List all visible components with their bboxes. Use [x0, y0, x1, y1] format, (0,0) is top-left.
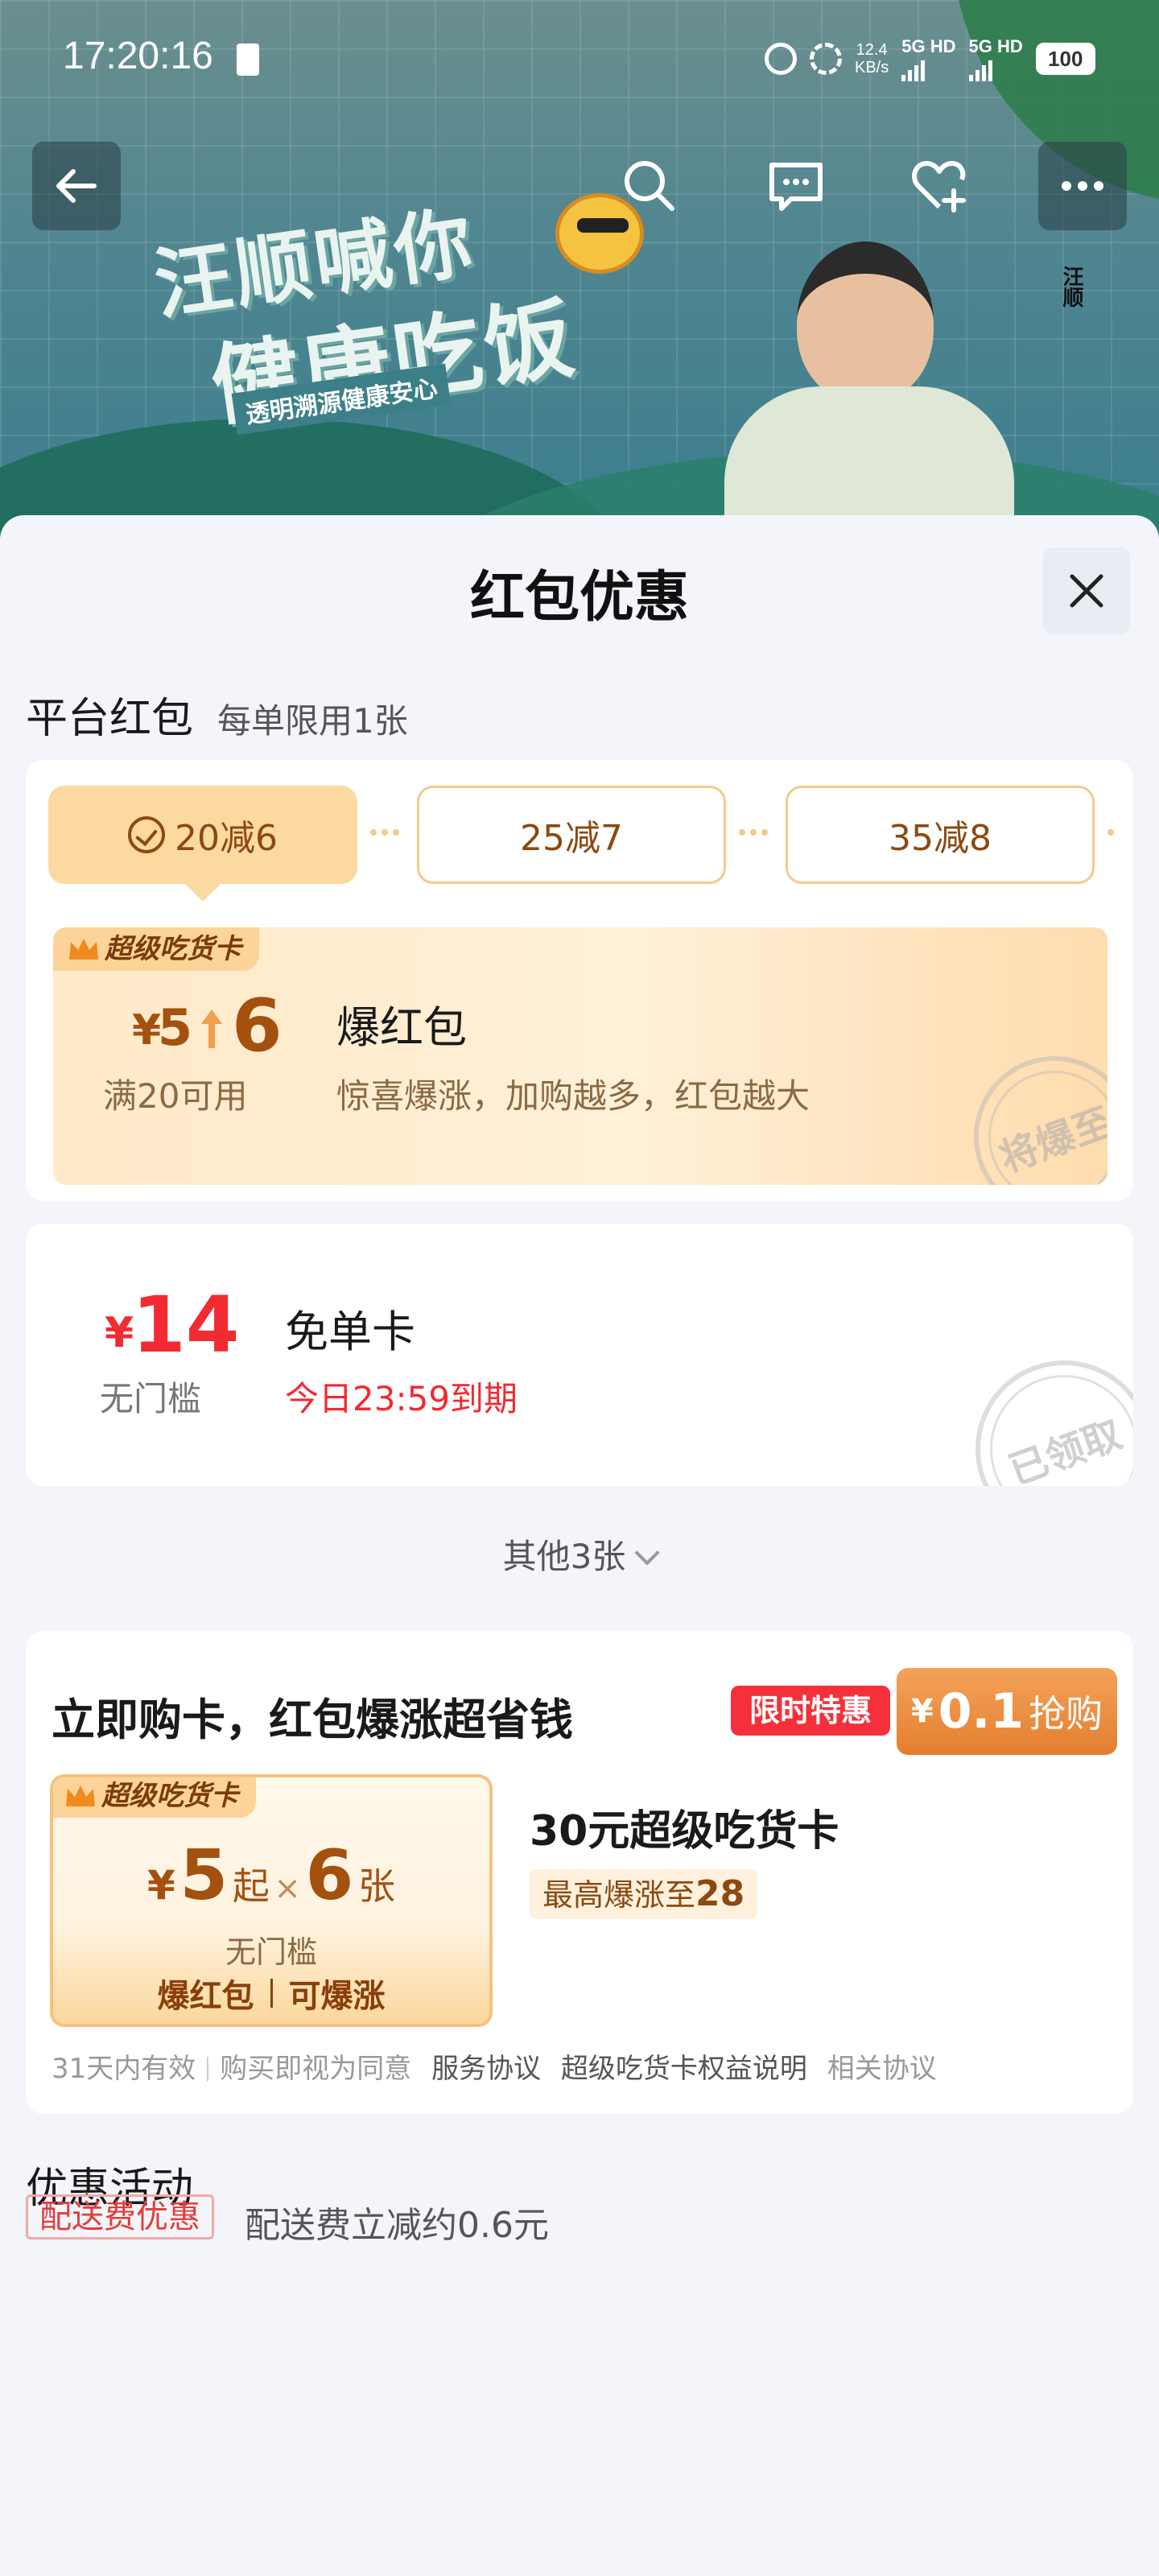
buy-now-button[interactable]: ¥ 0.1 抢购: [897, 1668, 1117, 1755]
more-dots-icon: [1062, 181, 1103, 191]
free-card-expiry: 今日23:59到期: [285, 1379, 518, 1418]
heart-plus-icon: [912, 161, 966, 213]
status-time: 17:20:16: [63, 35, 213, 77]
others-toggle[interactable]: 其他3张: [0, 1530, 1159, 1579]
related-agreement-link[interactable]: 相关协议: [827, 2053, 937, 2085]
free-order-card[interactable]: ¥ 14 无门槛 免单卡 今日23:59到期 已领取: [26, 1224, 1133, 1486]
search-button[interactable]: [605, 142, 694, 230]
crown-icon: [69, 939, 98, 960]
platform-section-title: 平台红包: [26, 695, 194, 743]
battery-indicator: 100: [1035, 43, 1095, 75]
rights-link[interactable]: 超级吃货卡权益说明: [561, 2053, 807, 2085]
more-button[interactable]: [1038, 142, 1127, 230]
platform-section-subtitle: 每单限用1张: [217, 701, 408, 741]
burst-stamp: 将爆至: [951, 1033, 1107, 1185]
service-agreement-link[interactable]: 服务协议: [431, 2053, 541, 2085]
sheet-title: 红包优惠: [469, 566, 689, 630]
max-burst-tag: 最高爆涨至28: [530, 1869, 758, 1919]
foodie-card-footer: 爆红包 可爆涨: [157, 1978, 386, 2015]
promo-banner: 汪顺喊你 健康吃饭 透明溯源健康安心 汪顺: [0, 0, 1159, 564]
burst-condition: 满20可用: [103, 1076, 248, 1116]
signal-bars-icon: [901, 57, 955, 81]
mute-icon: [810, 43, 842, 75]
burst-from-amount: 5: [158, 998, 193, 1057]
limit-offer-tag: 限时特惠: [731, 1686, 890, 1736]
chevron-down-icon: [634, 1540, 660, 1566]
net-speed: 12.4 KB/s: [855, 41, 889, 76]
tier-connector: [1107, 829, 1114, 836]
free-card-amount: 14: [132, 1280, 240, 1370]
free-card-title: 免单卡: [285, 1307, 415, 1357]
clipboard-icon: [237, 43, 259, 76]
message-button[interactable]: [752, 142, 840, 230]
check-circle-icon: [128, 816, 165, 853]
buy-card-promo: 立即购卡，红包爆涨超省钱 限时特惠 ¥ 0.1 抢购 超级吃货卡 ¥ 5 起 ×…: [26, 1631, 1133, 2114]
status-icons: 12.4 KB/s 5G HD 5G HD 100: [765, 36, 1095, 81]
foodie-card-preview: 超级吃货卡 ¥ 5 起 × 6 张 无门槛 爆红包 可爆涨: [50, 1774, 493, 2027]
favorite-button[interactable]: [895, 142, 984, 230]
close-icon: [1070, 574, 1103, 608]
tier-connector: [739, 829, 768, 836]
agreement-line: 31天内有效 购买即视为同意 服务协议 超级吃货卡权益说明 相关协议: [52, 2053, 937, 2085]
banner-side-text: 汪顺: [1059, 266, 1083, 308]
super-foodie-badge: 超级吃货卡: [53, 927, 259, 971]
delivery-discount-tag: 配送费优惠: [26, 2194, 214, 2240]
currency-symbol: ¥: [105, 1309, 134, 1357]
tier-option-35-8[interactable]: 35减8: [786, 786, 1095, 884]
arrow-up-icon: [201, 1009, 222, 1048]
search-icon: [625, 161, 674, 211]
crown-icon: [66, 1785, 95, 1806]
burst-coupon[interactable]: 超级吃货卡 ¥ 5 6 爆红包 满20可用 惊喜爆涨，加购越多，红包越大 将爆至: [53, 927, 1107, 1185]
buy-headline: 立即购卡，红包爆涨超省钱: [52, 1695, 573, 1745]
claimed-stamp: 已领取: [951, 1335, 1133, 1486]
signal-2: 5G HD: [968, 36, 1023, 81]
foodie-card-title: 30元超级吃货卡: [530, 1807, 839, 1856]
back-button[interactable]: [32, 142, 121, 230]
free-card-condition: 无门槛: [100, 1379, 202, 1418]
super-foodie-badge: 超级吃货卡: [53, 1777, 256, 1818]
burst-description: 惊喜爆涨，加购越多，红包越大: [336, 1076, 810, 1116]
tier-option-25-7[interactable]: 25减7: [417, 786, 726, 884]
currency-symbol: ¥: [132, 1006, 162, 1055]
message-icon: [769, 163, 823, 211]
alarm-icon: [765, 43, 797, 75]
foodie-card-value: ¥ 5 起 × 6 张: [147, 1835, 395, 1916]
tier-option-20-6[interactable]: 20减6: [48, 786, 357, 902]
burst-to-amount: 6: [232, 984, 283, 1068]
signal-bars-icon: [968, 57, 1023, 81]
tier-connector: [370, 829, 399, 836]
back-arrow-icon: [56, 169, 97, 203]
delivery-discount-description: 配送费立减约0.6元: [245, 2205, 549, 2246]
signal-1: 5G HD: [901, 36, 956, 81]
close-button[interactable]: [1043, 547, 1130, 634]
burst-title: 爆红包: [336, 1002, 467, 1053]
coupon-sheet: 红包优惠 平台红包 每单限用1张 20减6 25减7 35减8 超级吃货卡 ¥ …: [0, 515, 1159, 2576]
platform-coupon-card: 20减6 25减7 35减8 超级吃货卡 ¥ 5 6 爆红包 满20可用 惊喜爆…: [26, 760, 1133, 1201]
